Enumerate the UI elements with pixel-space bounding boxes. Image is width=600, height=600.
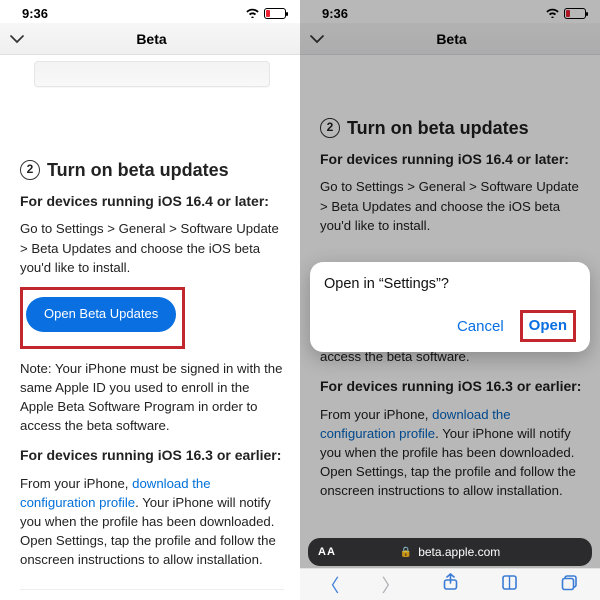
tabs-icon[interactable] [561,574,579,596]
safari-toolbar: AA 🔒 beta.apple.com 〈 〉 [300,533,600,600]
url-host: beta.apple.com [418,545,500,559]
content: 2Turn on beta updates For devices runnin… [0,61,300,600]
subhead-163: For devices running iOS 16.3 or earlier: [20,445,284,465]
left-screenshot: 9:36 Beta 2Turn on beta updates For devi… [0,0,300,600]
open-beta-updates-button[interactable]: Open Beta Updates [26,297,176,332]
aa-icon[interactable]: AA [318,546,336,558]
highlight-open-beta: Open Beta Updates [20,287,185,349]
back-icon[interactable]: 〈 [321,572,339,598]
step-number: 2 [20,160,40,180]
note-text: Note: Your iPhone must be signed in with… [20,359,284,436]
bottom-bar: 〈 〉 [300,568,600,600]
status-bar: 9:36 [0,0,300,23]
highlight-open: Open [520,310,576,342]
status-time: 9:36 [22,6,48,21]
cancel-button[interactable]: Cancel [457,318,504,335]
preview-image [34,61,270,87]
path-text: Go to Settings > General > Software Upda… [20,219,284,276]
nav-bar: Beta [0,23,300,55]
battery-icon [264,8,286,19]
open-button[interactable]: Open [529,317,567,334]
profile-text: From your iPhone, download the configura… [20,474,284,570]
share-icon[interactable] [442,573,459,596]
status-right [245,6,286,21]
wifi-icon [245,6,260,21]
right-screenshot: 9:36 Beta 2Turn on beta updates For devi… [300,0,600,600]
modal-title: Open in “Settings”? [324,276,576,292]
step-2-heading: 2Turn on beta updates [20,157,284,183]
url-bar[interactable]: AA 🔒 beta.apple.com [308,538,592,566]
open-in-settings-prompt: Open in “Settings”? Cancel Open [310,262,590,352]
back-chevron-icon[interactable] [10,31,24,47]
forward-icon: 〉 [382,572,400,598]
lock-icon: 🔒 [400,547,412,558]
page-title: Beta [133,31,166,47]
bookmarks-icon[interactable] [501,574,518,596]
subhead-164: For devices running iOS 16.4 or later: [20,191,284,211]
